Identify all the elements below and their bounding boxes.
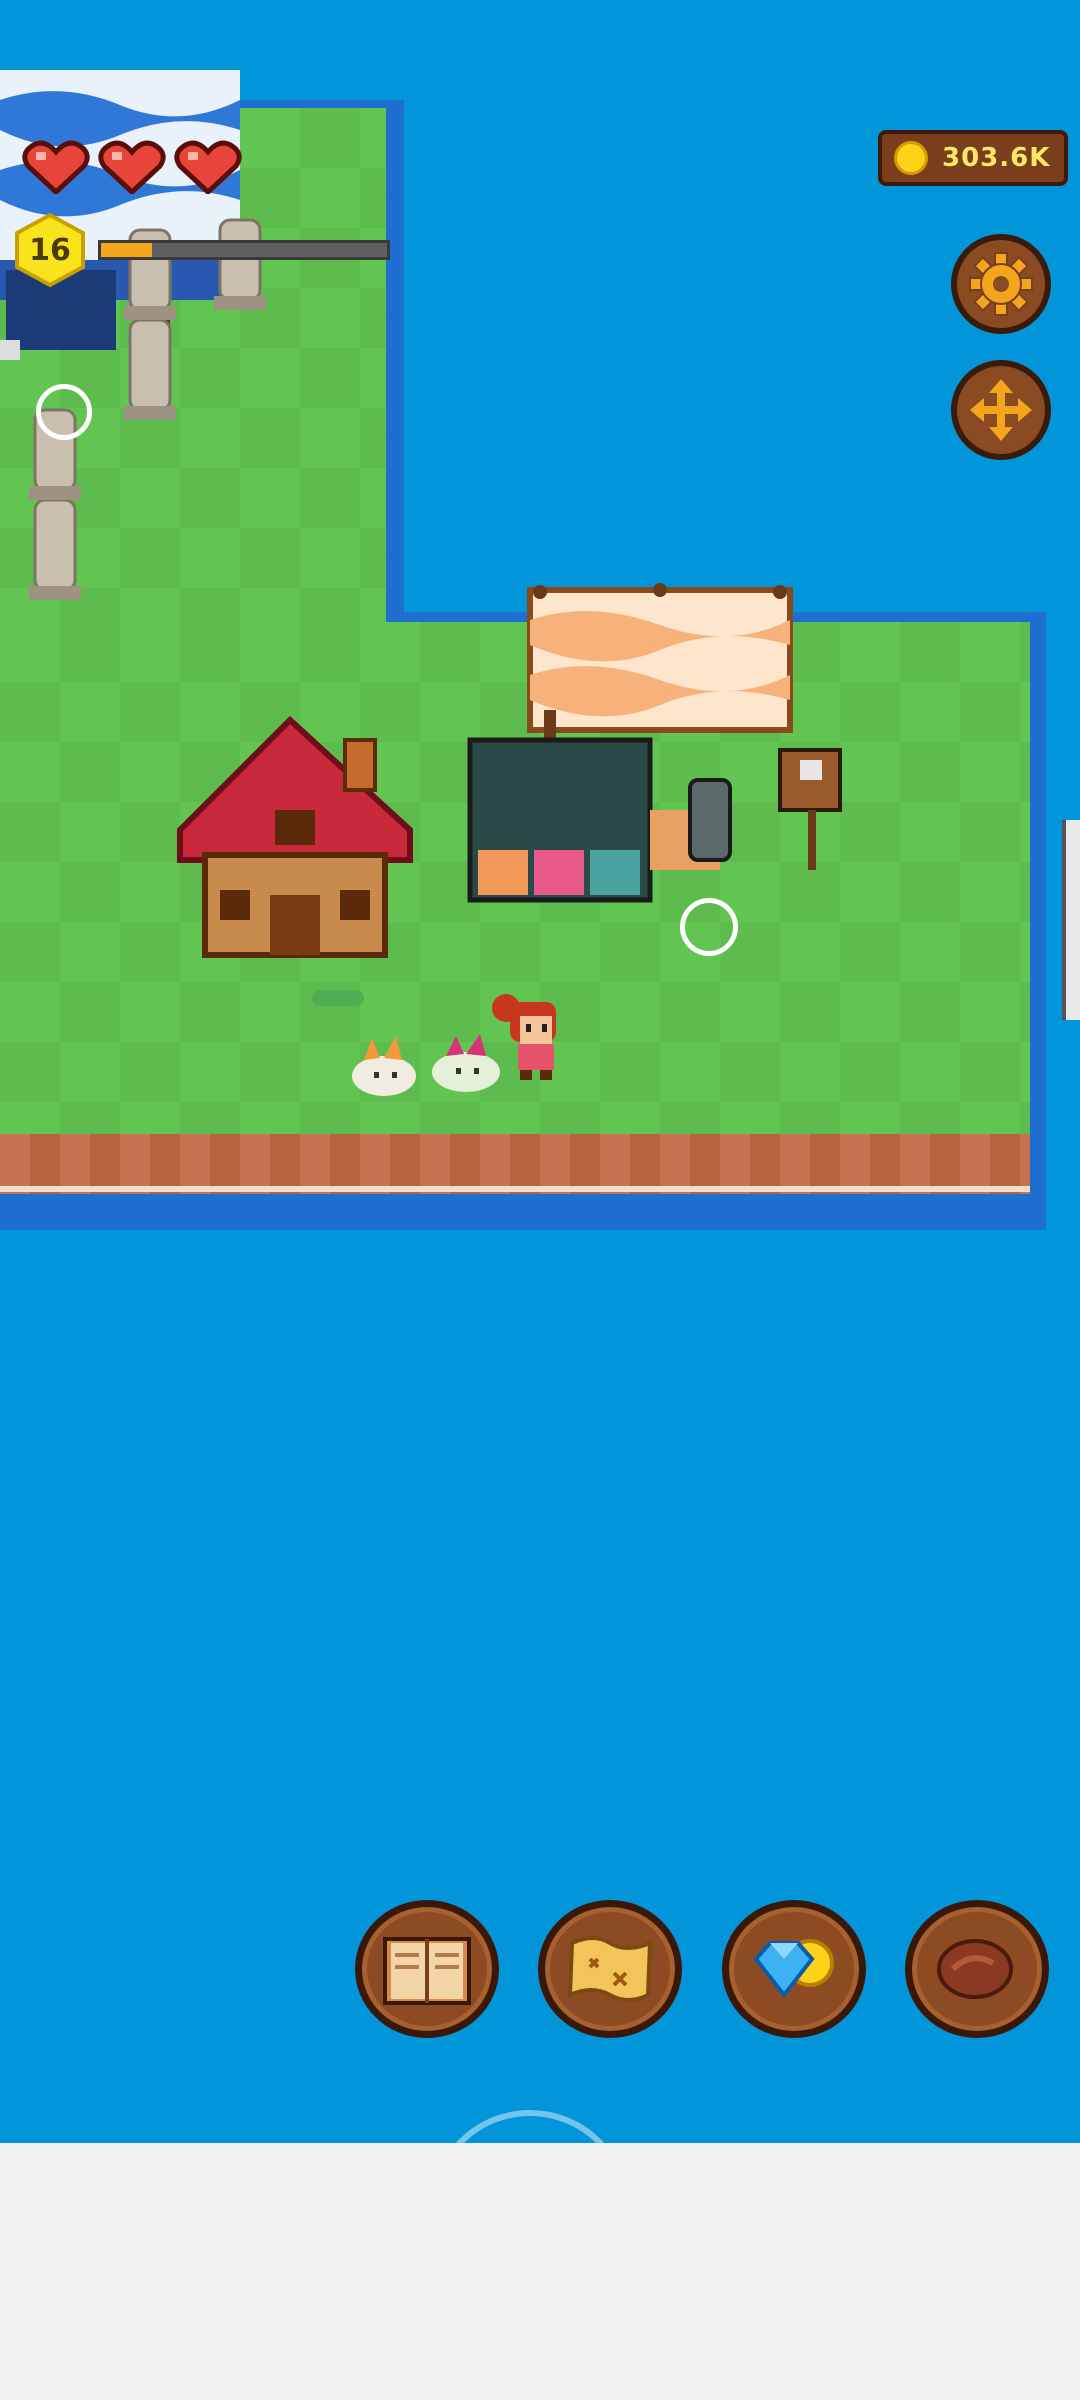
move-arrows-icon: [967, 376, 1035, 444]
shop-button[interactable]: [722, 1900, 866, 2038]
interaction-ring-upper[interactable]: [36, 384, 92, 440]
gem-coin-icon: [753, 1939, 834, 1999]
meat-button[interactable]: [905, 1900, 1049, 2038]
joystick-ring[interactable]: [430, 2110, 630, 2143]
offscreen-structure: [1062, 820, 1080, 1020]
heart-icon: [174, 140, 242, 194]
book-button[interactable]: [355, 1900, 499, 2038]
book-icon: [383, 1937, 471, 2005]
system-navigation-area: [0, 2143, 1080, 2400]
meat-icon: [937, 1939, 1013, 1999]
orange-awning-shop[interactable]: [460, 570, 860, 910]
sprout-plant: [312, 990, 364, 1006]
move-button[interactable]: [951, 360, 1051, 460]
player-house[interactable]: [170, 710, 420, 960]
map-button[interactable]: [538, 1900, 682, 2038]
level-number: 16: [29, 232, 71, 268]
level-badge: 16: [12, 212, 88, 288]
treasure-map-icon: [567, 1936, 653, 2002]
cliff-edge: [0, 1134, 1030, 1194]
coin-amount: 303.6K: [942, 143, 1051, 173]
bunny-pet-pink[interactable]: [424, 1026, 508, 1096]
coin-counter[interactable]: 303.6K: [878, 130, 1068, 186]
heart-icon: [22, 140, 90, 194]
heart-icon: [98, 140, 166, 194]
coin-icon: [894, 141, 928, 175]
xp-bar: [98, 240, 390, 260]
interaction-ring-shop[interactable]: [680, 898, 738, 956]
bunny-pet-orange[interactable]: [344, 1030, 424, 1100]
cliff-line: [0, 1186, 1030, 1192]
hearts-bar: [22, 140, 242, 194]
game-scene[interactable]: 16 303.6K: [0, 0, 1080, 2143]
gear-icon: [967, 250, 1035, 318]
settings-button[interactable]: [951, 234, 1051, 334]
xp-bar-fill: [101, 243, 153, 257]
